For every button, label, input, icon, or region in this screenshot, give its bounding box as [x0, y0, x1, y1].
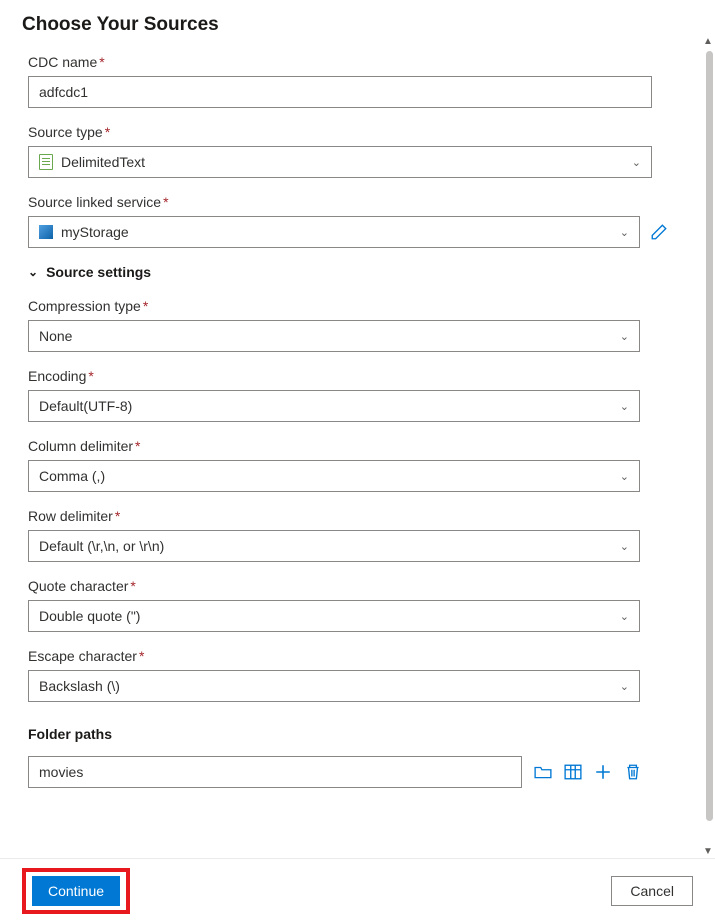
source-type-label: Source type*: [28, 124, 693, 140]
source-settings-toggle[interactable]: ⌄ Source settings: [28, 264, 693, 280]
encoding-select[interactable]: Default(UTF-8) ⌄: [28, 390, 640, 422]
cdc-name-input[interactable]: [39, 84, 641, 100]
delete-icon[interactable]: [624, 763, 642, 781]
folder-path-input[interactable]: [39, 764, 511, 780]
cancel-button[interactable]: Cancel: [611, 876, 693, 906]
folder-path-input-wrapper[interactable]: [28, 756, 522, 788]
row-delimiter-select[interactable]: Default (\r,\n, or \r\n) ⌄: [28, 530, 640, 562]
delimited-file-icon: [39, 154, 53, 170]
chevron-down-icon: ⌄: [620, 400, 629, 413]
chevron-down-icon: ⌄: [620, 540, 629, 553]
source-linked-service-label: Source linked service*: [28, 194, 693, 210]
continue-button[interactable]: Continue: [32, 876, 120, 906]
column-delimiter-select[interactable]: Comma (,) ⌄: [28, 460, 640, 492]
cdc-name-label: CDC name*: [28, 54, 693, 70]
chevron-down-icon: ⌄: [28, 265, 38, 279]
preview-data-icon[interactable]: [564, 763, 582, 781]
quote-character-label: Quote character*: [28, 578, 693, 594]
continue-highlight: Continue: [22, 868, 130, 914]
source-linked-service-select[interactable]: myStorage ⌄: [28, 216, 640, 248]
quote-character-select[interactable]: Double quote (") ⌄: [28, 600, 640, 632]
source-type-select[interactable]: DelimitedText ⌄: [28, 146, 652, 178]
compression-type-select[interactable]: None ⌄: [28, 320, 640, 352]
chevron-down-icon: ⌄: [620, 470, 629, 483]
scroll-up-icon[interactable]: ▲: [703, 36, 713, 46]
page-title: Choose Your Sources: [22, 14, 693, 36]
scroll-down-icon[interactable]: ▼: [703, 846, 713, 856]
storage-icon: [39, 225, 53, 239]
browse-folder-icon[interactable]: [534, 763, 552, 781]
compression-type-label: Compression type*: [28, 298, 693, 314]
column-delimiter-label: Column delimiter*: [28, 438, 693, 454]
chevron-down-icon: ⌄: [620, 680, 629, 693]
scrollbar[interactable]: ▲ ▼: [700, 50, 715, 842]
escape-character-select[interactable]: Backslash (\) ⌄: [28, 670, 640, 702]
folder-paths-heading: Folder paths: [28, 726, 693, 742]
chevron-down-icon: ⌄: [620, 610, 629, 623]
chevron-down-icon: ⌄: [632, 156, 641, 169]
chevron-down-icon: ⌄: [620, 226, 629, 239]
scrollbar-thumb[interactable]: [706, 51, 713, 821]
chevron-down-icon: ⌄: [620, 330, 629, 343]
row-delimiter-label: Row delimiter*: [28, 508, 693, 524]
edit-icon[interactable]: [650, 223, 668, 241]
escape-character-label: Escape character*: [28, 648, 693, 664]
add-icon[interactable]: [594, 763, 612, 781]
cdc-name-input-wrapper[interactable]: [28, 76, 652, 108]
encoding-label: Encoding*: [28, 368, 693, 384]
